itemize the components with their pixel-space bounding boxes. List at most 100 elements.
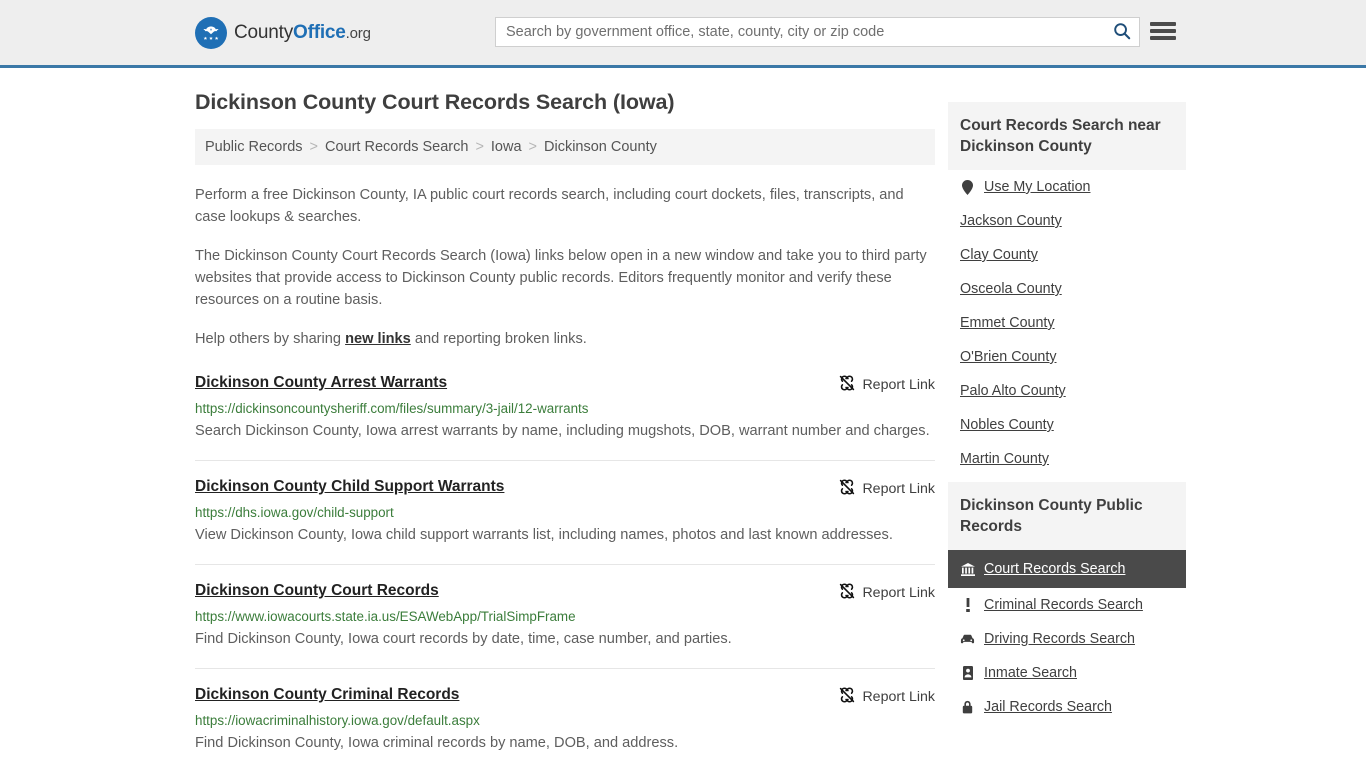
- nearby-link[interactable]: Osceola County: [960, 281, 1062, 297]
- result-header: Dickinson County Arrest Warrants Report L…: [195, 374, 935, 395]
- site-header: CountyOffice.org: [0, 0, 1366, 68]
- main-column: Dickinson County Court Records Search (I…: [195, 68, 935, 768]
- hamburger-bar: [1150, 29, 1176, 33]
- nearby-search-box: Court Records Search near Dickinson Coun…: [948, 102, 1186, 476]
- countyoffice-logo-icon: [195, 16, 227, 49]
- public-records-list-item[interactable]: Driving Records Search: [948, 622, 1186, 656]
- nearby-link[interactable]: Use My Location: [984, 179, 1090, 195]
- result-item: Dickinson County Court Records Report Lin…: [195, 565, 935, 669]
- report-link-button[interactable]: Report Link: [839, 583, 935, 603]
- courthouse-icon: [960, 562, 975, 576]
- results-list: Dickinson County Arrest Warrants Report L…: [195, 374, 935, 768]
- public-records-link[interactable]: Inmate Search: [984, 665, 1077, 681]
- intro-paragraph-1: Perform a free Dickinson County, IA publ…: [195, 187, 904, 225]
- page-body: Dickinson County Court Records Search (I…: [0, 68, 1366, 768]
- report-link-label: Report Link: [862, 585, 935, 601]
- nearby-list-item[interactable]: Martin County: [948, 442, 1186, 476]
- exclamation-icon: [960, 598, 975, 612]
- result-url: https://dhs.iowa.gov/child-support: [195, 505, 394, 520]
- nearby-link[interactable]: Martin County: [960, 451, 1049, 467]
- public-records-list-item[interactable]: Inmate Search: [948, 656, 1186, 690]
- nearby-list-item[interactable]: Emmet County: [948, 306, 1186, 340]
- search-icon: [1113, 22, 1131, 43]
- public-records-link[interactable]: Court Records Search: [984, 561, 1125, 577]
- result-description: Search Dickinson County, Iowa arrest war…: [195, 423, 930, 439]
- result-url: https://dickinsoncountysheriff.com/files…: [195, 401, 589, 416]
- new-links-link[interactable]: new links: [345, 331, 411, 347]
- public-records-list: Court Records Search Criminal Records Sea…: [948, 550, 1186, 724]
- public-records-list-item[interactable]: Jail Records Search: [948, 690, 1186, 724]
- report-link-label: Report Link: [862, 481, 935, 497]
- result-item: Dickinson County Criminal Records Report …: [195, 669, 935, 768]
- broken-link-icon: [839, 479, 855, 499]
- intro-p3-after: and reporting broken links.: [410, 331, 587, 347]
- result-url: https://iowacriminalhistory.iowa.gov/def…: [195, 713, 480, 728]
- brand-part-county: County: [234, 21, 294, 43]
- breadcrumb-item-dickinson-county: Dickinson County: [544, 139, 657, 155]
- result-title-link[interactable]: Dickinson County Child Support Warrants: [195, 478, 504, 496]
- breadcrumb-separator-icon: >: [528, 139, 538, 155]
- result-title-link[interactable]: Dickinson County Court Records: [195, 582, 439, 600]
- report-link-label: Report Link: [862, 377, 935, 393]
- nearby-list-item[interactable]: Palo Alto County: [948, 374, 1186, 408]
- result-title-link[interactable]: Dickinson County Arrest Warrants: [195, 374, 447, 392]
- result-description: View Dickinson County, Iowa child suppor…: [195, 527, 893, 543]
- brand-part-office: Office: [293, 21, 346, 43]
- nearby-link[interactable]: Palo Alto County: [960, 383, 1066, 399]
- result-description: Find Dickinson County, Iowa court record…: [195, 631, 732, 647]
- hamburger-bar: [1150, 22, 1176, 26]
- result-header: Dickinson County Criminal Records Report …: [195, 686, 935, 707]
- nearby-link[interactable]: Clay County: [960, 247, 1038, 263]
- breadcrumb-item-court-records-search[interactable]: Court Records Search: [325, 139, 468, 155]
- public-records-heading: Dickinson County Public Records: [948, 482, 1186, 550]
- intro-paragraph-2: The Dickinson County Court Records Searc…: [195, 248, 927, 308]
- breadcrumb-item-iowa[interactable]: Iowa: [491, 139, 522, 155]
- result-url: https://www.iowacourts.state.ia.us/ESAWe…: [195, 609, 576, 624]
- intro-paragraph-3: Help others by sharing new links and rep…: [195, 328, 935, 350]
- nearby-link[interactable]: Jackson County: [960, 213, 1062, 229]
- result-title-link[interactable]: Dickinson County Criminal Records: [195, 686, 459, 704]
- nearby-list-item[interactable]: O'Brien County: [948, 340, 1186, 374]
- search-button[interactable]: [1105, 18, 1139, 46]
- site-logo-text: CountyOffice.org: [234, 22, 371, 44]
- search-bar: [495, 17, 1140, 47]
- hamburger-bar: [1150, 36, 1176, 40]
- broken-link-icon: [839, 375, 855, 395]
- intro-text: Perform a free Dickinson County, IA publ…: [195, 184, 935, 350]
- result-item: Dickinson County Arrest Warrants Report L…: [195, 374, 935, 461]
- nearby-search-heading: Court Records Search near Dickinson Coun…: [948, 102, 1186, 170]
- broken-link-icon: [839, 583, 855, 603]
- public-records-link[interactable]: Jail Records Search: [984, 699, 1112, 715]
- public-records-list-item[interactable]: Court Records Search: [948, 550, 1186, 588]
- result-item: Dickinson County Child Support Warrants R…: [195, 461, 935, 565]
- public-records-link[interactable]: Driving Records Search: [984, 631, 1135, 647]
- brand-part-org: .org: [345, 24, 371, 42]
- page-title: Dickinson County Court Records Search (I…: [195, 90, 675, 114]
- hamburger-menu-icon[interactable]: [1150, 20, 1176, 42]
- intro-p3-before: Help others by sharing: [195, 331, 346, 347]
- site-logo[interactable]: CountyOffice.org: [195, 16, 371, 49]
- nearby-list-item[interactable]: Use My Location: [948, 170, 1186, 204]
- search-input[interactable]: [496, 18, 1105, 46]
- report-link-button[interactable]: Report Link: [839, 375, 935, 395]
- nearby-list-item[interactable]: Osceola County: [948, 272, 1186, 306]
- content-row: Dickinson County Court Records Search (I…: [0, 68, 1366, 768]
- breadcrumb-separator-icon: >: [475, 139, 484, 155]
- nearby-list-item[interactable]: Nobles County: [948, 408, 1186, 442]
- report-link-button[interactable]: Report Link: [839, 687, 935, 707]
- nearby-county-list: Use My Location Jackson County Clay County…: [948, 170, 1186, 476]
- report-link-button[interactable]: Report Link: [839, 479, 935, 499]
- nearby-list-item[interactable]: Jackson County: [948, 204, 1186, 238]
- public-records-box: Dickinson County Public Records Court Re…: [948, 482, 1186, 724]
- nearby-link[interactable]: Emmet County: [960, 315, 1055, 331]
- nearby-link[interactable]: O'Brien County: [960, 349, 1057, 365]
- public-records-list-item[interactable]: Criminal Records Search: [948, 588, 1186, 622]
- public-records-link[interactable]: Criminal Records Search: [984, 597, 1143, 613]
- car-icon: [960, 634, 975, 645]
- breadcrumb-separator-icon: >: [309, 139, 318, 155]
- nearby-list-item[interactable]: Clay County: [948, 238, 1186, 272]
- nearby-link[interactable]: Nobles County: [960, 417, 1054, 433]
- lock-icon: [960, 700, 975, 714]
- breadcrumb-item-public-records[interactable]: Public Records: [205, 139, 303, 155]
- sidebar: Court Records Search near Dickinson Coun…: [948, 68, 1186, 730]
